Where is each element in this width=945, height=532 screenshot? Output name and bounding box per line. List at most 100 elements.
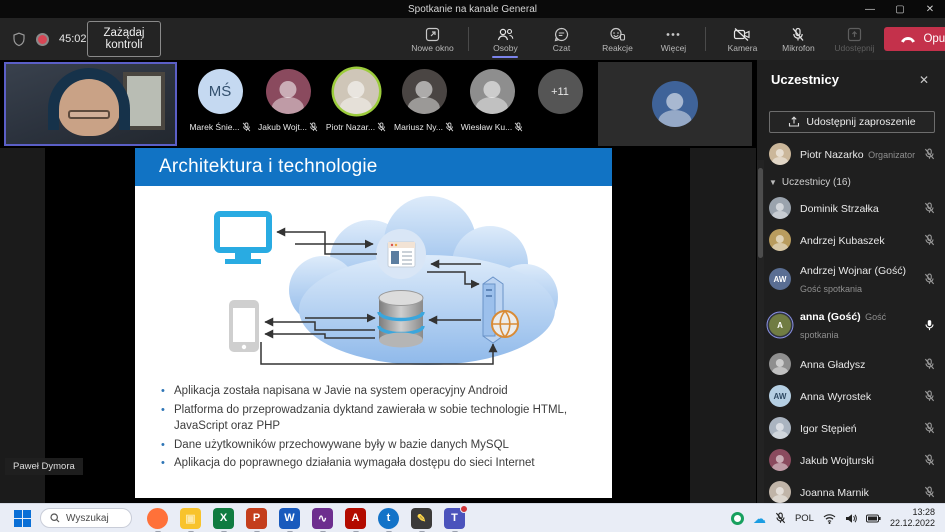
close-button[interactable]: ✕ <box>915 0 945 18</box>
taskbar-app-icon[interactable]: ✎ <box>411 508 432 529</box>
tray-clock[interactable]: 13:28 22.12.2022 <box>890 507 935 530</box>
participant-name: Wiesław Ku... <box>461 122 513 132</box>
taskbar-app-icon[interactable]: X <box>213 508 234 529</box>
share-content-button: Udostępnij <box>828 25 880 54</box>
avatar <box>769 229 791 251</box>
mic-muted-icon[interactable] <box>924 202 935 214</box>
participant-name: Piotr Nazarko <box>800 149 864 161</box>
web-page-icon <box>376 229 426 279</box>
attendee-row[interactable]: A anna (Gość) Gość spotkania <box>757 302 945 348</box>
leave-button[interactable]: Opuść <box>884 27 945 51</box>
shield-icon <box>12 32 26 47</box>
start-button[interactable] <box>14 510 31 527</box>
database-icon <box>379 291 423 348</box>
request-control-button[interactable]: Zażądaj kontroli <box>87 21 162 57</box>
participant-name: anna (Gość) <box>800 311 861 323</box>
maximize-button[interactable]: ▢ <box>885 0 915 18</box>
pinned-apps: ▣ X P <box>147 508 465 529</box>
mic-muted-icon[interactable] <box>924 422 935 434</box>
taskbar-app-icon[interactable]: A <box>345 508 366 529</box>
new-window-button[interactable]: Nowe okno <box>406 25 458 54</box>
participant-name: Anna Gładysz <box>800 359 865 371</box>
participant-thumbnail[interactable]: Jakub Wojt... <box>254 64 322 132</box>
mic-muted-icon <box>924 148 935 160</box>
chat-button[interactable]: Czat <box>535 25 587 54</box>
taskbar-search[interactable]: Wyszukaj <box>40 508 132 528</box>
volume-icon[interactable] <box>845 513 857 524</box>
attendee-row[interactable]: Igor Stępień <box>757 412 945 444</box>
wifi-icon[interactable] <box>823 513 836 524</box>
mic-muted-icon <box>377 122 386 132</box>
screen-share-stage: Architektura i technologie <box>0 148 756 503</box>
avatar: +11 <box>538 69 583 114</box>
taskbar-app-icon[interactable]: ▣ <box>180 508 201 529</box>
avatar <box>266 69 311 114</box>
presenter-name-label: Paweł Dymora <box>5 458 83 475</box>
onedrive-icon[interactable]: ☁ <box>753 512 766 525</box>
battery-icon[interactable] <box>866 514 881 523</box>
taskbar-app-icon[interactable]: t <box>378 508 399 529</box>
mic-muted-icon[interactable] <box>924 390 935 402</box>
mic-muted-icon[interactable] <box>924 358 935 370</box>
panel-close-icon[interactable]: ✕ <box>915 73 933 87</box>
more-button[interactable]: Więcej <box>647 25 699 54</box>
search-icon <box>50 513 60 523</box>
participant-name: Jakub Wojt... <box>258 122 307 132</box>
language-indicator[interactable]: POL <box>795 513 814 524</box>
self-view-video[interactable] <box>4 62 177 146</box>
cloud-shape <box>289 196 558 365</box>
avatar <box>470 69 515 114</box>
avatar: AW <box>769 268 791 290</box>
attendee-row[interactable]: Dominik Strzałka <box>757 192 945 224</box>
panel-scrollbar[interactable] <box>757 160 764 503</box>
notification-badge <box>460 505 468 513</box>
avatar <box>769 481 791 503</box>
attendee-row[interactable]: Anna Gładysz <box>757 348 945 380</box>
attendee-row[interactable]: Jakub Wojturski <box>757 444 945 476</box>
participant-name: Jakub Wojturski <box>800 455 874 467</box>
avatar <box>402 69 447 114</box>
panel-title: Uczestnicy <box>771 72 839 87</box>
window-title: Spotkanie na kanale General <box>408 4 537 15</box>
tray-icon-green[interactable] <box>731 512 744 525</box>
taskbar-app-icon[interactable]: P <box>246 508 267 529</box>
attendee-row[interactable]: Andrzej Kubaszek <box>757 224 945 256</box>
taskbar-app-icon[interactable]: ∿ <box>312 508 333 529</box>
mic-on-icon[interactable] <box>924 319 935 331</box>
people-button[interactable]: Osoby <box>479 25 531 54</box>
participant-thumbnail[interactable]: MŚ Marek Śnie... <box>186 64 254 132</box>
participant-video-tile[interactable] <box>598 62 752 146</box>
attendee-row[interactable]: AW Andrzej Wojnar (Gość) Gość spotkania <box>757 256 945 302</box>
camera-button[interactable]: Kamera <box>716 25 768 54</box>
minimize-button[interactable]: — <box>855 0 885 18</box>
microphone-button[interactable]: Mikrofon <box>772 25 824 54</box>
organizer-row[interactable]: Piotr Nazarko Organizator <box>757 139 945 169</box>
participant-thumbnail[interactable]: +11 <box>526 64 594 132</box>
attendees-section-header[interactable]: ▼ Uczestnicy (16) <box>757 169 945 192</box>
mic-muted-icon[interactable] <box>924 234 935 246</box>
tray-mic-muted-icon[interactable] <box>775 512 786 524</box>
slide-bullets: Aplikacja została napisana w Javie na sy… <box>161 384 591 475</box>
participant-name: Piotr Nazar... <box>326 122 375 132</box>
participant-thumbnail[interactable]: Wiesław Ku... <box>458 64 526 132</box>
mic-muted-icon[interactable] <box>924 454 935 466</box>
participant-thumbnail[interactable]: Mariusz Ny... <box>390 64 458 132</box>
reactions-button[interactable]: Reakcje <box>591 25 643 54</box>
participant-thumbnail[interactable]: Piotr Nazar... <box>322 64 390 132</box>
attendee-row[interactable]: AW Anna Wyrostek <box>757 380 945 412</box>
share-invite-button[interactable]: Udostępnij zaproszenie <box>769 111 935 133</box>
taskbar-app-icon[interactable]: W <box>279 508 300 529</box>
participant-name: Dominik Strzałka <box>800 203 879 215</box>
participant-name: Anna Wyrostek <box>800 391 871 403</box>
taskbar-app-icon[interactable]: T <box>444 508 465 529</box>
mic-muted-icon[interactable] <box>924 273 935 285</box>
taskbar-app-icon[interactable] <box>147 508 168 529</box>
mic-muted-icon[interactable] <box>924 486 935 498</box>
slide-bullet: Platforma do przeprowadzania dyktand zaw… <box>161 403 591 435</box>
mic-muted-icon <box>514 122 523 132</box>
monitor-icon <box>217 214 269 264</box>
toolbar-divider <box>705 27 706 51</box>
window-titlebar: Spotkanie na kanale General — ▢ ✕ <box>0 0 945 18</box>
avatar <box>769 449 791 471</box>
share-invite-icon <box>788 116 800 128</box>
